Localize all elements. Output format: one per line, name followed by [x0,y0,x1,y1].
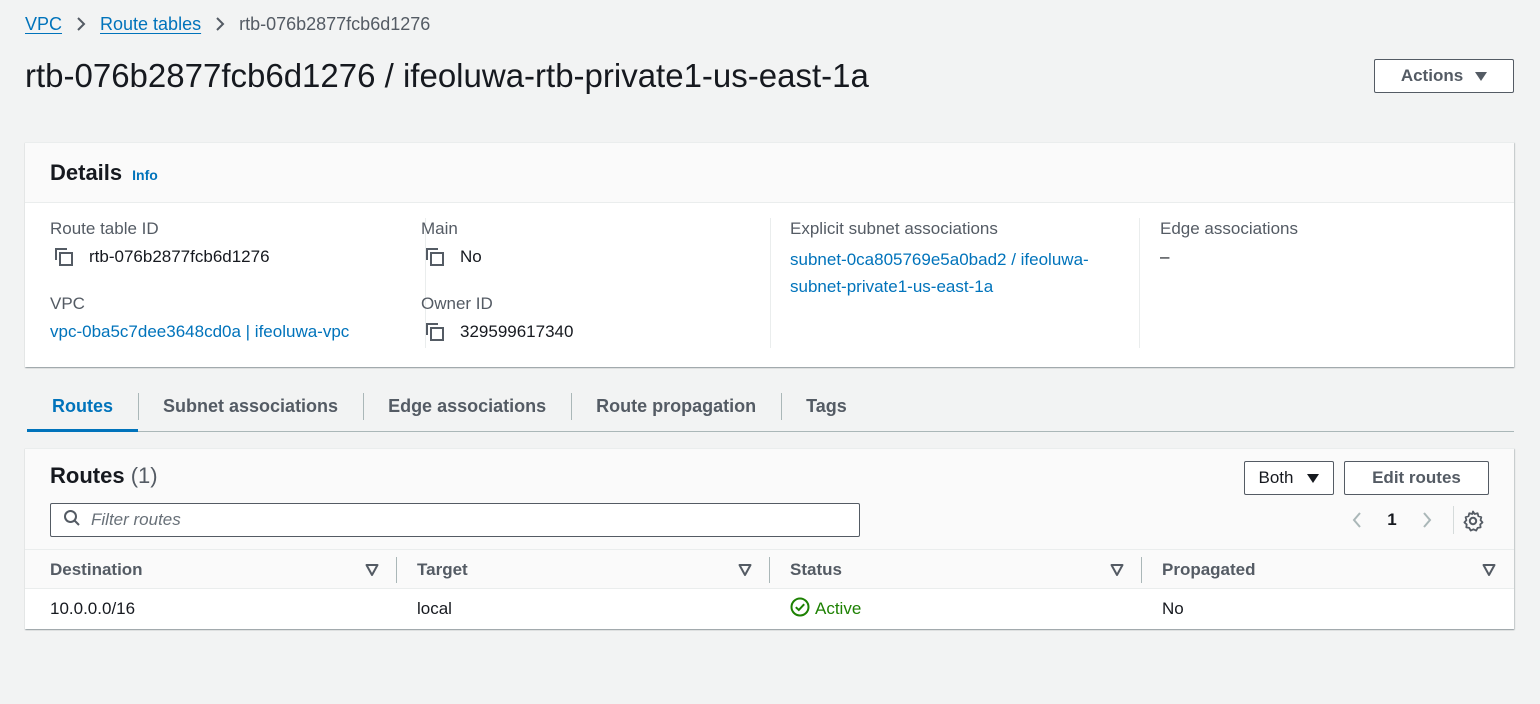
owner-id-value: 329599617340 [421,321,573,343]
main-text: No [460,247,482,266]
route-type-select[interactable]: Both [1244,461,1334,495]
tab-edge-associations[interactable]: Edge associations [363,382,571,431]
table-header: Destination Target Status Propagated [25,549,1514,589]
explicit-subnet-field: Explicit subnet associations subnet-0ca8… [790,218,1089,300]
vpc-link[interactable]: vpc-0ba5c7dee3648cd0a | ifeoluwa-vpc [50,321,349,343]
tab-subnet-associations[interactable]: Subnet associations [138,382,363,431]
column-header-label: Destination [50,560,143,579]
actions-button-label: Actions [1400,66,1464,85]
copy-icon[interactable] [424,321,446,343]
column-divider [770,218,771,348]
vpc-field: VPC vpc-0ba5c7dee3648cd0a | ifeoluwa-vpc [50,293,349,343]
status-text: Active [815,599,862,618]
explicit-subnet-line1: subnet-0ca805769e5a0bad2 / ifeoluwa- [790,250,1089,269]
column-divider [769,557,770,583]
sort-icon[interactable] [365,550,379,590]
target-cell: local [417,599,452,618]
column-header-propagated[interactable]: Propagated [1162,550,1256,590]
column-header-destination[interactable]: Destination [50,550,143,590]
settings-gear-icon[interactable] [1461,509,1485,533]
edge-associations-field: Edge associations – [1160,218,1298,268]
sort-icon[interactable] [1110,550,1124,590]
edge-associations-value: – [1160,247,1170,266]
main-value: No [421,246,482,268]
actions-button[interactable]: Actions [1374,59,1514,93]
info-link[interactable]: Info [132,167,158,183]
details-header: Details Info [25,143,1514,203]
column-header-label: Target [417,560,468,579]
breadcrumb-route-tables-link[interactable]: Route tables [100,13,201,35]
column-header-label: Propagated [1162,560,1256,579]
breadcrumb-vpc-link[interactable]: VPC [25,13,62,35]
column-divider [396,557,397,583]
caret-down-icon [1307,473,1320,483]
route-table-id-field: Route table ID rtb-076b2877fcb6d1276 [50,218,270,268]
main-field: Main No [421,218,482,268]
explicit-subnet-label: Explicit subnet associations [790,219,998,238]
page-number[interactable]: 1 [1369,510,1415,530]
owner-id-text: 329599617340 [460,322,574,341]
explicit-subnet-link[interactable]: subnet-0ca805769e5a0bad2 / ifeoluwa- sub… [790,246,1089,300]
column-divider [1139,218,1140,348]
filter-routes-input[interactable] [91,510,831,530]
explicit-subnet-line2: subnet-private1-us-east-1a [790,277,994,296]
main-label: Main [421,219,458,238]
status-success-icon [790,597,810,622]
sort-icon[interactable] [738,550,752,590]
propagated-cell: No [1162,599,1184,618]
column-divider [1141,557,1142,583]
column-header-status[interactable]: Status [790,550,842,590]
destination-cell: 10.0.0.0/16 [50,599,136,618]
tabs: Routes Subnet associations Edge associat… [27,382,1514,432]
caret-down-icon [1475,71,1488,81]
edit-routes-button[interactable]: Edit routes [1344,461,1489,495]
pager-divider [1453,506,1454,534]
route-table-id-text: rtb-076b2877fcb6d1276 [89,247,270,266]
route-table-id-value: rtb-076b2877fcb6d1276 [50,246,270,268]
copy-icon[interactable] [424,246,446,268]
tab-routes[interactable]: Routes [27,382,139,432]
tab-tags[interactable]: Tags [781,382,872,431]
routes-count: (1) [130,463,158,488]
routes-title-text: Routes [50,463,125,488]
chevron-right-icon[interactable] [1415,508,1439,532]
routes-header: Routes (1) Both Edit routes 1 [25,449,1514,549]
owner-id-field: Owner ID 329599617340 [421,293,573,343]
route-type-select-value: Both [1258,468,1294,487]
routes-title: Routes (1) [50,463,158,489]
chevron-right-icon [201,17,239,31]
column-header-label: Status [790,560,842,579]
chevron-left-icon[interactable] [1345,508,1369,532]
vpc-label: VPC [50,294,85,313]
breadcrumb: VPC Route tables rtb-076b2877fcb6d1276 [25,13,430,35]
edge-associations-label: Edge associations [1160,219,1298,238]
filter-routes-field[interactable] [50,503,860,537]
owner-id-label: Owner ID [421,294,493,313]
route-table-id-label: Route table ID [50,219,159,238]
copy-icon[interactable] [53,246,75,268]
details-title: Details [50,159,123,185]
status-cell: Active [790,589,861,629]
search-icon [63,509,81,532]
column-header-target[interactable]: Target [417,550,468,590]
tab-route-propagation[interactable]: Route propagation [571,382,781,431]
chevron-right-icon [62,17,100,31]
sort-icon[interactable] [1482,550,1496,590]
page-title: rtb-076b2877fcb6d1276 / ifeoluwa-rtb-pri… [25,57,869,94]
details-container: Details Info Route table ID rtb-076b2877… [25,142,1514,367]
breadcrumb-current: rtb-076b2877fcb6d1276 [239,14,431,34]
table-row[interactable]: 10.0.0.0/16 local Active No [25,589,1514,629]
details-grid: Route table ID rtb-076b2877fcb6d1276 VPC… [25,218,1514,348]
pagination: 1 [1345,506,1454,534]
routes-container: Routes (1) Both Edit routes 1 [25,448,1514,629]
